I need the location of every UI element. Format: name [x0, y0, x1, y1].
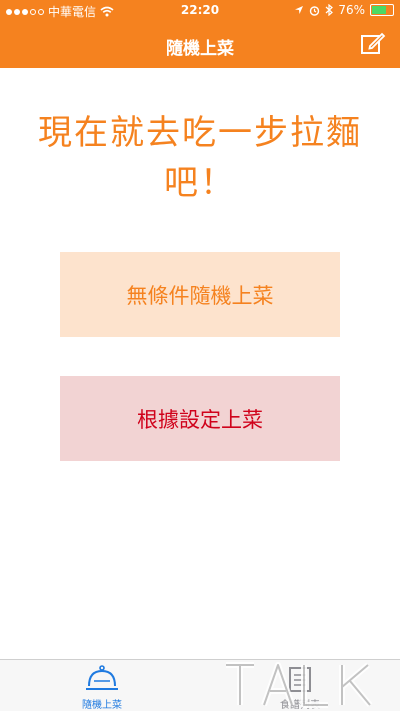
battery-icon	[370, 4, 394, 16]
tab-recipe-list[interactable]: 食譜列表	[240, 664, 360, 711]
compose-icon[interactable]	[360, 31, 386, 57]
navigation-bar: 隨機上菜	[0, 22, 400, 68]
tab-label-recipe-list: 食譜列表	[280, 700, 320, 711]
status-right: 76%	[294, 3, 394, 17]
battery-percent: 76%	[338, 3, 365, 17]
tab-random-pick[interactable]: 隨機上菜	[42, 664, 162, 711]
location-icon	[295, 6, 304, 14]
service-bell-icon	[86, 665, 118, 690]
list-box-icon	[289, 667, 311, 692]
pick-by-settings-button[interactable]: 根據設定上菜	[60, 376, 340, 461]
top-bar: 中華電信 22:20 76% 隨機上菜	[0, 0, 400, 68]
screen: 中華電信 22:20 76% 隨機上菜 現在就去吃一步拉麵吧！ 無條件隨機上菜 …	[0, 0, 400, 711]
tab-label-random-pick: 隨機上菜	[82, 700, 122, 711]
status-bar: 中華電信 22:20 76%	[0, 0, 400, 22]
bluetooth-icon	[325, 4, 334, 16]
battery-fill	[372, 6, 386, 14]
tab-bar: 隨機上菜 食譜列表	[0, 659, 400, 711]
alarm-icon	[310, 5, 320, 16]
headline: 現在就去吃一步拉麵吧！	[38, 113, 362, 203]
nav-title: 隨機上菜	[166, 39, 234, 59]
random-pick-button[interactable]: 無條件隨機上菜	[60, 252, 340, 337]
